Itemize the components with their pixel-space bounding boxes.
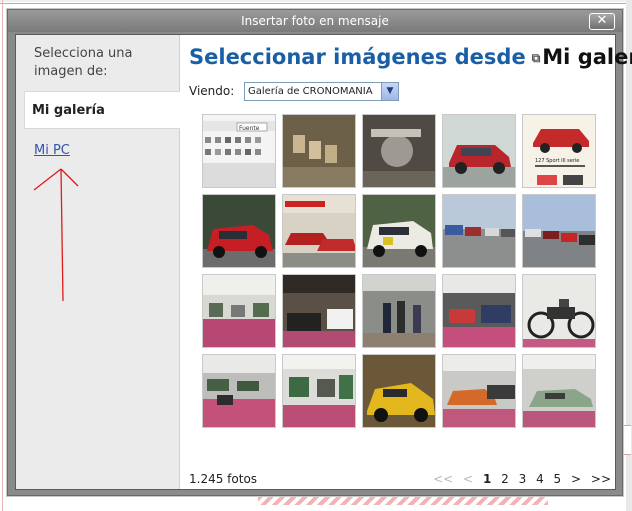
thumbnail-car-advert[interactable]: 127 Sport III serie bbox=[522, 114, 596, 188]
thumbnail-parked-cars-row[interactable] bbox=[442, 194, 516, 268]
thumbnail-white-rally-car[interactable] bbox=[362, 194, 436, 268]
close-button[interactable]: ✕ bbox=[589, 13, 615, 30]
thumbnail-advert-label: 127 Sport III serie bbox=[535, 158, 579, 164]
thumbnail-red-rally-car[interactable] bbox=[202, 194, 276, 268]
page-red-line bbox=[0, 3, 632, 4]
page-link-5[interactable]: 5 bbox=[554, 472, 562, 486]
gallery-select-value: Galería de CRONOMANIA bbox=[248, 86, 373, 97]
thumbnail-exhibition-market[interactable] bbox=[442, 274, 516, 348]
thumbnail-red-cars-poster[interactable] bbox=[282, 194, 356, 268]
thumbnail-toolbar-label: Fuente bbox=[239, 125, 260, 132]
thumbnail-orange-classic-car[interactable] bbox=[442, 354, 516, 428]
annotation-arrow-icon bbox=[33, 168, 79, 302]
page-link-4[interactable]: 4 bbox=[536, 472, 544, 486]
thumbnail-exhibition-visitors[interactable] bbox=[362, 274, 436, 348]
thumbnail-hall-stands-green[interactable] bbox=[282, 354, 356, 428]
thumbnail-yellow-sports-car[interactable] bbox=[362, 354, 436, 428]
page-red-rule bbox=[2, 0, 3, 511]
title-text: Seleccionar imágenes desde bbox=[189, 45, 526, 69]
page-first[interactable]: << bbox=[433, 472, 453, 486]
popup-icon: ⧉ bbox=[531, 50, 541, 65]
dialog-title: Insertar foto en mensaje bbox=[8, 10, 622, 32]
thumbnail-exhibition-stands[interactable] bbox=[282, 274, 356, 348]
thumbnail-vintage-motorcycle[interactable] bbox=[522, 274, 596, 348]
thumbnail-red-hatchback-side[interactable] bbox=[442, 114, 516, 188]
sidebar-item-mi-pc[interactable]: Mi PC bbox=[34, 143, 70, 158]
page-striped-bar bbox=[258, 496, 548, 505]
insert-photo-dialog: Insertar foto en mensaje ✕ Selecciona un… bbox=[7, 9, 632, 496]
gallery-select[interactable]: Galería de CRONOMANIA ▼ bbox=[244, 82, 399, 101]
pagination: << < 1 2 3 4 5 > >> bbox=[427, 472, 611, 486]
thumbnail-exhibition-hall-pink[interactable] bbox=[202, 274, 276, 348]
dialog-body: Selecciona una imagen de: Mi galería Mi … bbox=[15, 34, 632, 490]
source-sidebar: Selecciona una imagen de: Mi galería Mi … bbox=[16, 35, 180, 489]
page-title: Seleccionar imágenes desde ⧉Mi galería bbox=[189, 45, 632, 69]
sidebar-item-mi-galeria[interactable]: Mi galería bbox=[24, 91, 180, 129]
page-link-1[interactable]: 1 bbox=[483, 472, 491, 486]
photo-count: 1.245 fotos bbox=[189, 472, 258, 486]
page-edge-box bbox=[622, 425, 631, 455]
page-last[interactable]: >> bbox=[591, 472, 611, 486]
page-prev[interactable]: < bbox=[463, 472, 473, 486]
page-link-3[interactable]: 3 bbox=[519, 472, 527, 486]
title-gallery: Mi galería bbox=[542, 45, 632, 69]
sidebar-heading: Selecciona una imagen de: bbox=[34, 46, 133, 79]
viewing-row: Viendo: Galería de CRONOMANIA ▼ bbox=[189, 82, 399, 101]
thumbnail-hall-overview[interactable] bbox=[202, 354, 276, 428]
page-link-2[interactable]: 2 bbox=[501, 472, 509, 486]
thumbnail-engine-parts[interactable] bbox=[282, 114, 356, 188]
thumbnail-editor-toolbar[interactable]: Fuente bbox=[202, 114, 276, 188]
gallery-panel: Seleccionar imágenes desde ⧉Mi galería Vi… bbox=[180, 35, 632, 489]
viewing-label: Viendo: bbox=[189, 84, 235, 98]
thumbnail-cars-parking-lot[interactable] bbox=[522, 194, 596, 268]
chevron-down-icon[interactable]: ▼ bbox=[381, 83, 398, 100]
page-next[interactable]: > bbox=[571, 472, 581, 486]
thumbnail-green-classic-car[interactable] bbox=[522, 354, 596, 428]
thumbnail-mechanical-part[interactable] bbox=[362, 114, 436, 188]
page-top-line bbox=[0, 0, 632, 2]
